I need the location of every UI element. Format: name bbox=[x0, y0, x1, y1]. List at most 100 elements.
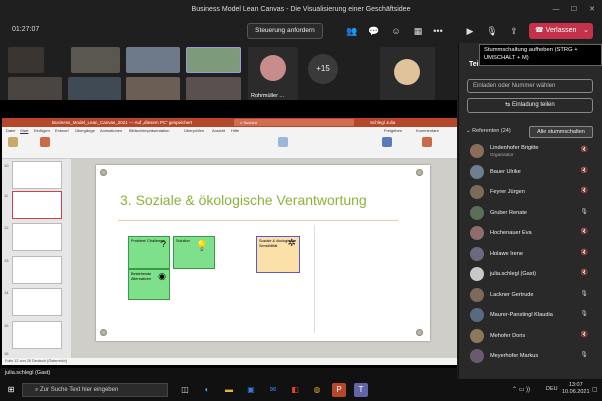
comments-button[interactable]: Kommentare bbox=[416, 128, 439, 133]
powerpoint-icon[interactable]: P bbox=[332, 383, 346, 397]
task-view-icon[interactable]: ◫ bbox=[178, 383, 192, 397]
tab-hilfe[interactable]: Hilfe bbox=[231, 128, 239, 133]
referents-header[interactable]: ⌄ Referenten (24) bbox=[466, 128, 511, 134]
notification-icon[interactable]: ▢ bbox=[592, 386, 598, 393]
slide-thumbnail[interactable] bbox=[12, 288, 62, 316]
office-icon[interactable]: ◧ bbox=[288, 383, 302, 397]
tab-praesentation[interactable]: Bildschirmpräsentation bbox=[129, 128, 169, 133]
tab-datei[interactable]: Datei bbox=[6, 128, 15, 133]
chevron-down-icon[interactable]: ⌄ bbox=[583, 23, 589, 39]
current-slide[interactable]: 3. Soziale & ökologische Verantwortung P… bbox=[96, 165, 430, 341]
tab-start[interactable]: Start bbox=[20, 128, 28, 133]
slide-title: 3. Soziale & ökologische Verantwortung bbox=[120, 192, 367, 208]
participant-name: Gruber Renate bbox=[490, 209, 528, 216]
reactions-icon[interactable]: ☺ bbox=[388, 24, 404, 38]
participant-row[interactable]: Lackner Gertrude 🎙 bbox=[466, 285, 596, 305]
chat-icon[interactable]: 💬 bbox=[366, 24, 382, 38]
close-icon[interactable]: ✕ bbox=[584, 0, 600, 20]
participant-row[interactable]: Maurer-Panstingl Klaudia 🎙 bbox=[466, 305, 596, 325]
share-invite-button[interactable]: ⇆ Einladung teilen bbox=[467, 98, 593, 113]
participant-row[interactable]: Mehofer Doris 🔇 bbox=[466, 326, 596, 346]
maximize-icon[interactable]: ☐ bbox=[566, 0, 582, 20]
edge-icon[interactable]: ◐ bbox=[200, 383, 214, 397]
camera-off-icon[interactable]: ▶ bbox=[462, 24, 478, 38]
tab-ansicht[interactable]: Ansicht bbox=[212, 128, 225, 133]
question-head-icon: ? bbox=[160, 239, 166, 249]
participant-row[interactable]: Holawe Irene 🔇 bbox=[466, 244, 596, 264]
participant-row[interactable]: Meyerhofer Markus 🎙 bbox=[466, 346, 596, 366]
avatar bbox=[470, 164, 484, 179]
phone-icon: ☎ bbox=[535, 27, 546, 34]
new-slide-icon[interactable] bbox=[40, 137, 50, 147]
participants-icon[interactable]: 👥 bbox=[344, 24, 360, 38]
slide-thumbnail[interactable] bbox=[12, 223, 62, 251]
mic-icon[interactable]: 🎙 bbox=[580, 351, 588, 358]
more-participants-counter[interactable]: +15 bbox=[308, 54, 338, 84]
video-tile-active bbox=[186, 47, 241, 73]
participant-row[interactable]: Gruber Renate 🎙 bbox=[466, 203, 596, 223]
shapes-icon[interactable] bbox=[278, 137, 288, 147]
video-tile bbox=[71, 47, 120, 73]
slide-thumbnail[interactable] bbox=[12, 161, 62, 189]
mute-all-button[interactable]: Alle stummschalten bbox=[529, 126, 593, 138]
participant-row[interactable]: Bauer Ulrike 🔇 bbox=[466, 162, 596, 182]
participant-row[interactable]: julia.schlegl (Gast) 🔇 bbox=[466, 264, 596, 284]
video-tile bbox=[8, 47, 44, 73]
minimize-icon[interactable]: — bbox=[548, 0, 564, 20]
rooms-icon[interactable]: ▦ bbox=[410, 24, 426, 38]
participant-row[interactable]: Hochenauer Eva 🔇 bbox=[466, 223, 596, 243]
chrome-icon[interactable]: ◍ bbox=[310, 383, 324, 397]
store-icon[interactable]: ▣ bbox=[244, 383, 258, 397]
mic-muted-icon[interactable]: 🔇 bbox=[581, 228, 588, 235]
participant-name: Hochenauer Eva bbox=[490, 230, 532, 236]
teams-icon[interactable]: T bbox=[354, 383, 368, 397]
tab-entwurf[interactable]: Entwurf bbox=[55, 128, 69, 133]
participant-row[interactable]: Lindenhofer Brigitte Organisator 🔇 bbox=[466, 141, 596, 161]
tab-animationen[interactable]: Animationen bbox=[100, 128, 122, 133]
participant-row[interactable]: Feyrer Jürgen 🔇 bbox=[466, 182, 596, 202]
leave-button[interactable]: ☎ Verlassen ⌄ bbox=[529, 23, 593, 39]
share-button[interactable]: Freigeben bbox=[384, 128, 402, 133]
slide-thumbnail[interactable] bbox=[12, 321, 62, 349]
paste-icon[interactable] bbox=[8, 137, 18, 147]
search-box[interactable]: ⌕ Suchen bbox=[234, 119, 354, 126]
request-control-button[interactable]: Steuerung anfordern bbox=[247, 23, 323, 39]
system-tray-icons[interactable]: ⌃ ▭ )) bbox=[512, 386, 530, 393]
mic-off-icon[interactable]: 🎙 bbox=[484, 24, 500, 38]
mic-muted-icon[interactable]: 🔇 bbox=[581, 187, 588, 194]
mic-muted-icon[interactable]: 🔇 bbox=[581, 167, 588, 174]
powerpoint-titlebar: Business_Model_Lean_Canvas_2021 — Auf „d… bbox=[2, 118, 457, 127]
participant-name: Feyrer Jürgen bbox=[490, 189, 525, 195]
panel-title: Tei bbox=[469, 61, 479, 68]
share-tray-icon[interactable]: ⇪ bbox=[506, 24, 522, 38]
mic-muted-icon[interactable]: 🔇 bbox=[581, 331, 588, 338]
tab-ueberpruefen[interactable]: Überprüfen bbox=[184, 128, 204, 133]
slide-thumbnail[interactable] bbox=[12, 256, 62, 284]
video-tile: Rohrmüller ... bbox=[248, 47, 298, 101]
input-language[interactable]: DEU bbox=[546, 386, 558, 392]
mic-muted-icon[interactable]: 🔇 bbox=[581, 269, 588, 276]
share-icon: ⇆ bbox=[505, 102, 512, 108]
more-actions-icon[interactable]: ••• bbox=[430, 24, 446, 38]
video-tile bbox=[380, 47, 435, 101]
designer-icon[interactable] bbox=[422, 137, 432, 147]
file-explorer-icon[interactable]: ▬ bbox=[222, 383, 236, 397]
avatar bbox=[470, 144, 484, 158]
tab-uebergaenge[interactable]: Übergänge bbox=[75, 128, 95, 133]
windows-start-icon[interactable]: ⊞ bbox=[4, 383, 18, 397]
mic-icon[interactable]: 🎙 bbox=[580, 310, 588, 317]
mic-icon[interactable]: 🎙 bbox=[580, 208, 588, 215]
mail-icon[interactable]: ✉ bbox=[266, 383, 280, 397]
mic-icon[interactable]: 🎙 bbox=[580, 290, 588, 297]
mic-muted-icon[interactable]: 🔇 bbox=[581, 249, 588, 256]
lightbulb-icon: 💡 bbox=[195, 241, 208, 252]
taskbar-clock[interactable]: 13:07 10.06.2021 bbox=[562, 382, 590, 396]
participant-name: julia.schlegl (Gast) bbox=[490, 271, 537, 277]
slide-thumbnail-selected[interactable] bbox=[12, 191, 62, 219]
tab-einfuegen[interactable]: Einfügen bbox=[34, 128, 50, 133]
mic-muted-icon[interactable]: 🔇 bbox=[581, 146, 588, 153]
invite-input[interactable]: Einladen oder Nummer wählen bbox=[467, 79, 593, 93]
dictate-icon[interactable] bbox=[382, 137, 392, 147]
video-tile bbox=[68, 77, 121, 101]
taskbar-search[interactable]: ⌕ Zur Suche Text hier eingeben bbox=[22, 383, 168, 397]
